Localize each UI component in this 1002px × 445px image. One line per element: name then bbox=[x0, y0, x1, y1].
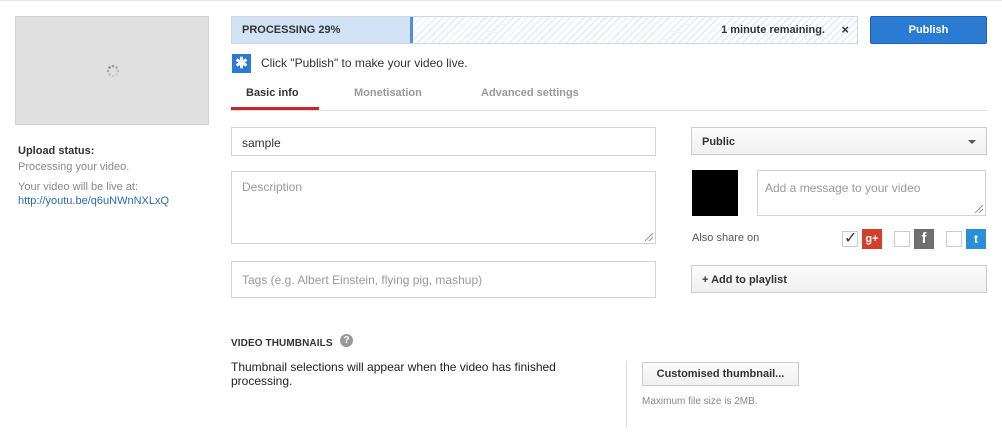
video-url-link[interactable]: http://youtu.be/q6uNWnNXLxQ bbox=[18, 195, 213, 207]
vertical-divider bbox=[626, 361, 627, 427]
share-message-textarea[interactable]: Add a message to your video bbox=[757, 170, 986, 216]
tab-monetisation[interactable]: Monetisation bbox=[354, 87, 422, 99]
resize-handle-icon[interactable] bbox=[645, 233, 653, 241]
top-divider bbox=[0, 0, 1002, 1]
also-share-label: Also share on bbox=[692, 232, 760, 244]
help-icon[interactable]: ? bbox=[340, 334, 353, 347]
time-remaining: 1 minute remaining. bbox=[721, 24, 825, 36]
add-to-playlist-button[interactable]: + Add to playlist bbox=[691, 265, 987, 293]
video-thumbnails-heading: VIDEO THUMBNAILS bbox=[231, 338, 333, 349]
privacy-select[interactable]: Public bbox=[691, 127, 987, 155]
description-placeholder: Description bbox=[242, 180, 303, 194]
video-thumbnail-preview bbox=[15, 16, 209, 125]
twitter-checkbox[interactable] bbox=[946, 231, 962, 247]
description-textarea[interactable]: Description bbox=[231, 171, 656, 244]
gplus-checkbox[interactable] bbox=[842, 228, 858, 248]
thumbnails-description: Thumbnail selections will appear when th… bbox=[231, 360, 556, 388]
star-icon: ✱ bbox=[232, 54, 251, 73]
title-input[interactable]: sample bbox=[231, 127, 656, 156]
facebook-icon: f bbox=[914, 229, 934, 249]
video-live-label: Your video will be live at: bbox=[18, 181, 139, 193]
tab-basic-info[interactable]: Basic info bbox=[246, 87, 299, 99]
twitter-icon: t bbox=[966, 229, 986, 249]
upload-status-text: Processing your video. bbox=[18, 161, 130, 173]
publish-hint: Click "Publish" to make your video live. bbox=[261, 56, 468, 70]
active-tab-indicator bbox=[231, 107, 319, 110]
tags-input[interactable]: Tags (e.g. Albert Einstein, flying pig, … bbox=[231, 261, 656, 298]
upload-status-label: Upload status: bbox=[18, 145, 95, 157]
privacy-value: Public bbox=[702, 136, 736, 148]
progress-label: PROCESSING 29% bbox=[242, 24, 341, 36]
close-icon[interactable]: × bbox=[841, 22, 849, 37]
tags-placeholder: Tags (e.g. Albert Einstein, flying pig, … bbox=[242, 273, 483, 287]
add-to-playlist-label: + Add to playlist bbox=[702, 274, 787, 286]
upload-status-panel: Upload status: Processing your video. Yo… bbox=[18, 145, 213, 207]
customised-thumbnail-button[interactable]: Customised thumbnail... bbox=[642, 362, 799, 386]
title-value: sample bbox=[242, 136, 281, 150]
chevron-down-icon bbox=[968, 140, 976, 144]
tab-bar: Basic info Monetisation Advanced setting… bbox=[231, 82, 987, 111]
avatar bbox=[692, 170, 738, 216]
resize-handle-icon[interactable] bbox=[975, 205, 983, 213]
tab-advanced-settings[interactable]: Advanced settings bbox=[481, 87, 579, 99]
publish-button[interactable]: Publish bbox=[870, 16, 987, 44]
google-plus-icon: g+ bbox=[862, 229, 882, 249]
share-message-placeholder: Add a message to your video bbox=[765, 181, 921, 195]
loading-spinner-icon bbox=[106, 64, 120, 78]
facebook-checkbox[interactable] bbox=[894, 231, 910, 247]
processing-progress-bar: PROCESSING 29% 1 minute remaining. × bbox=[231, 16, 858, 44]
max-file-size-note: Maximum file size is 2MB. bbox=[642, 396, 758, 407]
